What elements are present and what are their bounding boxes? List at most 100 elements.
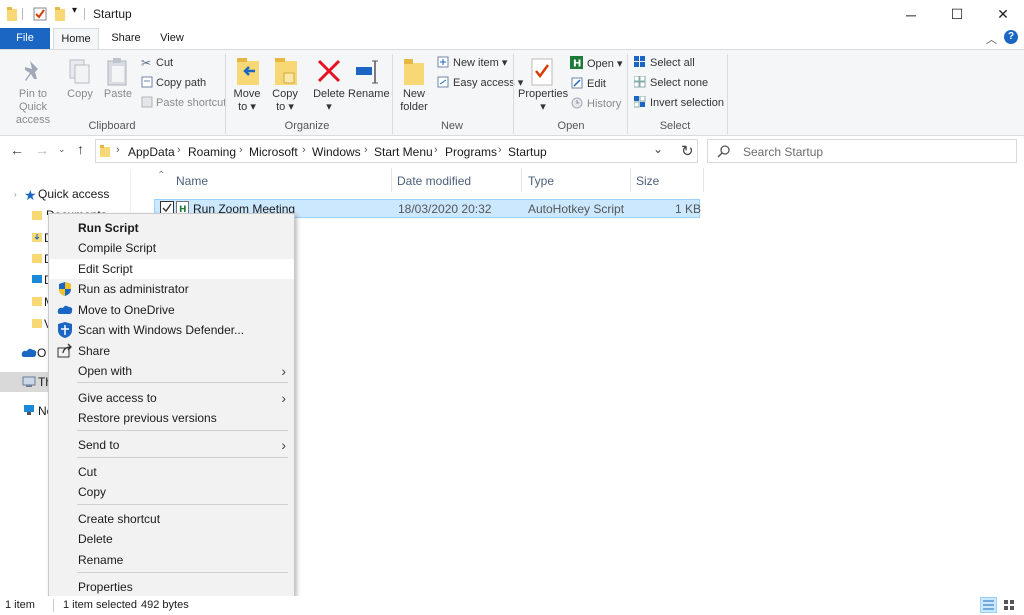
column-divider[interactable] bbox=[703, 168, 704, 192]
expand-chevron-icon[interactable]: › bbox=[14, 190, 17, 199]
properties-icon[interactable] bbox=[32, 6, 48, 22]
music-icon bbox=[32, 297, 42, 306]
menu-delete[interactable]: Delete bbox=[50, 529, 294, 549]
menu-rename[interactable]: Rename bbox=[50, 550, 294, 570]
pin-icon bbox=[25, 61, 38, 81]
paste-button[interactable]: Paste bbox=[102, 88, 134, 101]
help-icon[interactable]: ? bbox=[1004, 30, 1018, 44]
column-header-name[interactable]: Name bbox=[176, 174, 208, 188]
breadcrumb-microsoft[interactable]: Microsoft bbox=[249, 145, 298, 159]
forward-button[interactable]: → bbox=[35, 142, 49, 158]
breadcrumb-appdata[interactable]: AppData bbox=[128, 145, 175, 159]
menu-copy[interactable]: Copy bbox=[50, 482, 294, 502]
group-open-label: Open bbox=[557, 120, 585, 132]
menu-scan-defender[interactable]: Scan with Windows Defender... bbox=[50, 320, 294, 340]
menu-restore-versions[interactable]: Restore previous versions bbox=[50, 408, 294, 428]
easy-access-icon bbox=[437, 76, 449, 88]
sort-indicator-icon: ⌃ bbox=[157, 170, 166, 181]
column-divider[interactable] bbox=[521, 168, 522, 192]
history-button[interactable]: History bbox=[587, 97, 621, 111]
search-placeholder: Search Startup bbox=[743, 145, 824, 159]
breadcrumb-roaming[interactable]: Roaming bbox=[188, 145, 236, 159]
menu-give-access[interactable]: Give access to › bbox=[50, 388, 294, 408]
customize-qat-dropdown[interactable]: ▾ bbox=[72, 5, 77, 16]
tab-home[interactable]: Home bbox=[53, 28, 99, 51]
status-size: 492 bytes bbox=[141, 599, 189, 611]
menu-separator bbox=[77, 430, 288, 431]
details-view-icon[interactable] bbox=[980, 597, 997, 613]
delete-button[interactable]: Delete ▾ bbox=[311, 88, 347, 114]
refresh-icon[interactable]: ↻ bbox=[681, 142, 694, 160]
breadcrumb-chevron-icon[interactable]: › bbox=[434, 144, 438, 156]
address-dropdown-icon[interactable]: ⌄ bbox=[653, 142, 663, 156]
column-header-size[interactable]: Size bbox=[636, 174, 659, 188]
properties-button[interactable]: Properties ▾ bbox=[518, 88, 568, 114]
onedrive-icon bbox=[21, 348, 37, 357]
menu-send-to[interactable]: Send to › bbox=[50, 435, 294, 455]
search-box[interactable]: Search Startup bbox=[707, 139, 1017, 163]
nav-quick-access[interactable]: Quick access bbox=[38, 187, 109, 201]
collapse-ribbon-icon[interactable]: ︿ bbox=[986, 31, 997, 47]
breadcrumb-chevron-icon[interactable]: › bbox=[498, 144, 502, 156]
pin-quick-access-button[interactable]: Pin to Quick access bbox=[4, 88, 62, 127]
column-divider[interactable] bbox=[630, 168, 631, 192]
menu-run-as-administrator[interactable]: Run as administrator bbox=[50, 279, 294, 299]
new-folder-icon[interactable] bbox=[54, 6, 66, 22]
tab-view[interactable]: View bbox=[150, 28, 194, 50]
menu-compile-script[interactable]: Compile Script bbox=[50, 238, 294, 258]
copy-path-button[interactable]: Copy path bbox=[156, 76, 206, 90]
tab-file[interactable]: File bbox=[0, 28, 50, 50]
folder-icon bbox=[7, 7, 17, 21]
new-item-button[interactable]: New item ▾ bbox=[453, 56, 507, 70]
address-bar[interactable]: › AppData › Roaming › Microsoft › Window… bbox=[95, 139, 698, 163]
tab-share[interactable]: Share bbox=[104, 28, 148, 50]
breadcrumb-chevron-icon[interactable]: › bbox=[177, 144, 181, 156]
edit-button[interactable]: Edit bbox=[587, 77, 606, 91]
breadcrumb-chevron-icon[interactable]: › bbox=[116, 144, 120, 156]
maximize-button[interactable]: ☐ bbox=[934, 0, 980, 29]
file-date: 18/03/2020 20:32 bbox=[398, 202, 492, 216]
breadcrumb-chevron-icon[interactable]: › bbox=[364, 144, 368, 156]
breadcrumb-programs[interactable]: Programs bbox=[445, 145, 497, 159]
breadcrumb-startup[interactable]: Startup bbox=[508, 145, 547, 159]
search-icon bbox=[717, 145, 730, 158]
submenu-arrow-icon: › bbox=[281, 363, 286, 379]
open-button[interactable]: Open ▾ bbox=[587, 57, 623, 71]
close-button[interactable]: ✕ bbox=[980, 0, 1024, 29]
recent-locations-dropdown[interactable]: ⌄ bbox=[58, 144, 66, 155]
large-icons-view-icon[interactable] bbox=[1001, 597, 1018, 613]
breadcrumb-start-menu[interactable]: Start Menu bbox=[374, 145, 433, 159]
svg-text:H: H bbox=[573, 59, 581, 70]
menu-cut[interactable]: Cut bbox=[50, 462, 294, 482]
menu-open-with[interactable]: Open with › bbox=[50, 361, 294, 381]
cut-button[interactable]: Cut bbox=[156, 56, 173, 70]
rename-button[interactable]: Rename bbox=[348, 88, 390, 101]
column-header-type[interactable]: Type bbox=[528, 174, 554, 188]
breadcrumb-chevron-icon[interactable]: › bbox=[302, 144, 306, 156]
breadcrumb-windows[interactable]: Windows bbox=[312, 145, 361, 159]
column-divider[interactable] bbox=[391, 168, 392, 192]
breadcrumb-chevron-icon[interactable]: › bbox=[239, 144, 243, 156]
new-folder-button[interactable]: New folder bbox=[398, 88, 430, 114]
copy-to-button[interactable]: Copy to ▾ bbox=[269, 88, 301, 114]
menu-share[interactable]: Share bbox=[50, 341, 294, 361]
select-all-button[interactable]: Select all bbox=[650, 56, 695, 70]
desktop-icon bbox=[32, 275, 42, 283]
select-none-button[interactable]: Select none bbox=[650, 76, 708, 90]
move-to-button[interactable]: Move to ▾ bbox=[231, 88, 263, 114]
menu-run-script[interactable]: Run Script bbox=[50, 218, 294, 238]
paste-shortcut-button[interactable]: Paste shortcut bbox=[156, 96, 226, 110]
menu-properties[interactable]: Properties bbox=[50, 577, 294, 597]
menu-move-to-onedrive[interactable]: Move to OneDrive bbox=[50, 300, 294, 320]
menu-create-shortcut[interactable]: Create shortcut bbox=[50, 509, 294, 529]
invert-selection-button[interactable]: Invert selection bbox=[650, 96, 724, 110]
back-button[interactable]: ← bbox=[10, 142, 24, 158]
star-icon: ★ bbox=[24, 187, 37, 203]
copy-button[interactable]: Copy bbox=[63, 88, 97, 101]
minimize-button[interactable]: ─ bbox=[888, 0, 934, 29]
column-header-date[interactable]: Date modified bbox=[397, 174, 471, 188]
menu-edit-script[interactable]: Edit Script bbox=[50, 259, 294, 279]
file-size: 1 KB bbox=[675, 202, 702, 216]
up-button[interactable]: ↑ bbox=[77, 141, 84, 157]
nav-onedrive[interactable]: O bbox=[37, 346, 46, 360]
